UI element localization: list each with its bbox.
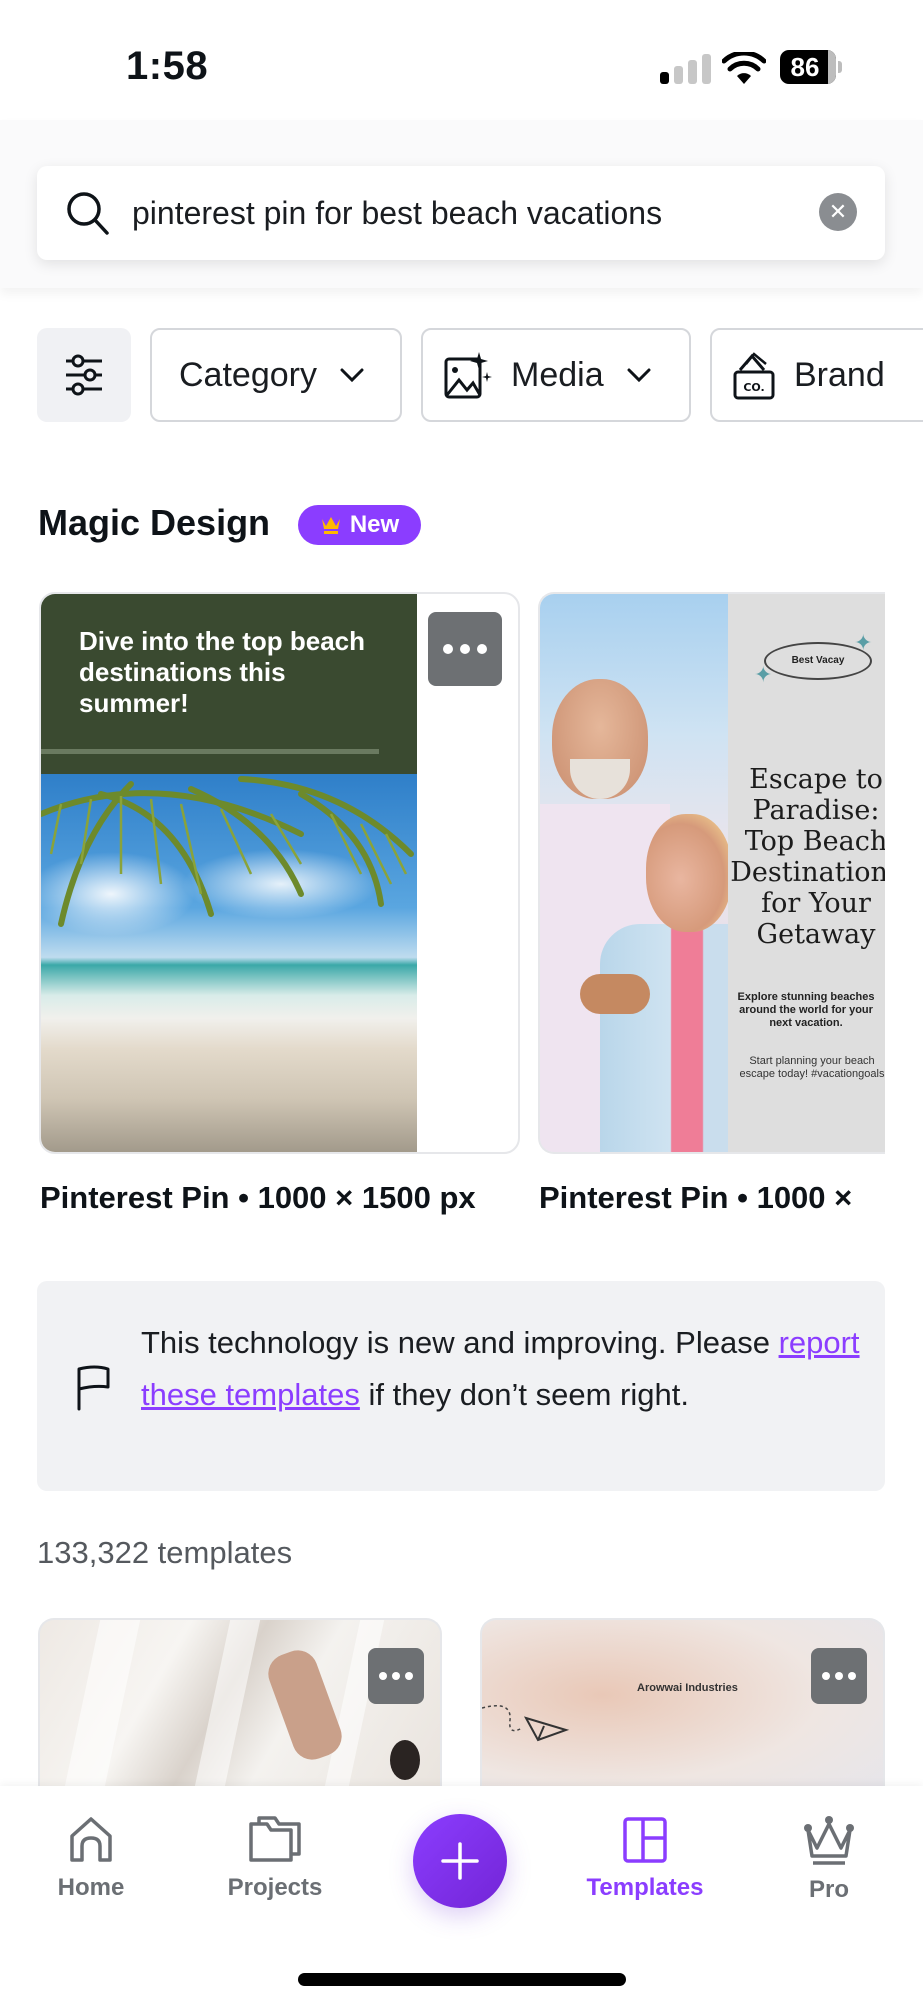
template-caption: Pinterest Pin • 1000 × 1500 px: [40, 1180, 476, 1215]
battery-level: 86: [790, 52, 820, 82]
nav-pro[interactable]: Pro: [754, 1816, 904, 1904]
template-header-block: Dive into the top beach destinations thi…: [41, 594, 417, 774]
template-caption: Pinterest Pin • 1000 ×: [539, 1180, 853, 1215]
status-time: 1:58: [126, 44, 209, 88]
template-card[interactable]: Dive into the top beach destinations thi…: [39, 592, 520, 1154]
brand-filter-label: Brand: [794, 355, 885, 394]
sliders-icon: [66, 354, 102, 396]
search-input[interactable]: pinterest pin for best beach vacations ✕: [37, 166, 885, 260]
results-count: 133,322 templates: [37, 1535, 293, 1570]
new-badge: New: [298, 505, 421, 545]
nav-projects-label: Projects: [227, 1874, 323, 1901]
brand-filter-dropdown[interactable]: CO. Brand: [710, 328, 923, 422]
home-indicator[interactable]: [298, 1973, 626, 1986]
wifi-icon: [722, 52, 766, 84]
person-image: [390, 1740, 420, 1780]
more-options-button[interactable]: [428, 612, 502, 686]
template-company-name: Arowwai Industries: [637, 1682, 738, 1694]
bottom-navigation: Home Projects Templates Pro: [0, 1786, 923, 1999]
media-filter-label: Media: [511, 355, 604, 394]
couple-photo: [540, 594, 732, 1152]
divider: [41, 749, 379, 754]
plus-icon: [441, 1842, 479, 1880]
more-options-button[interactable]: [368, 1648, 424, 1704]
nav-templates[interactable]: Templates: [570, 1816, 720, 1902]
template-card[interactable]: Best Vacay ✦ ✦ Escape to Paradise: Top B…: [538, 592, 885, 1154]
sparkle-icon: ✦: [754, 662, 773, 687]
template-subtitle: Explore stunning beaches around the worl…: [737, 991, 875, 1029]
chevron-down-icon: [339, 367, 365, 383]
template-title: Escape to Paradise: Top Beach Destinatio…: [730, 764, 885, 950]
nav-projects[interactable]: Projects: [200, 1816, 350, 1902]
template-card[interactable]: [38, 1618, 442, 1808]
search-query[interactable]: pinterest pin for best beach vacations: [132, 166, 662, 260]
feedback-notice: This technology is new and improving. Pl…: [37, 1281, 885, 1491]
svg-text:CO.: CO.: [743, 381, 764, 394]
nav-templates-label: Templates: [586, 1874, 704, 1901]
image-sparkle-icon: [443, 350, 493, 400]
category-filter-dropdown[interactable]: Category: [150, 328, 402, 422]
media-filter-dropdown[interactable]: Media: [421, 328, 691, 422]
crown-icon: [804, 1816, 854, 1865]
beach-photo: [41, 774, 417, 1152]
status-bar: 1:58 86: [0, 0, 923, 120]
hand-image: [262, 1644, 348, 1766]
search-icon: [67, 192, 109, 235]
battery-icon: 86: [780, 50, 842, 84]
create-design-button[interactable]: [413, 1814, 507, 1908]
crown-icon: [321, 517, 340, 534]
filter-toggle-button[interactable]: [37, 328, 131, 422]
clear-search-button[interactable]: ✕: [819, 193, 857, 231]
template-headline: Dive into the top beach destinations thi…: [79, 626, 366, 718]
templates-icon: [623, 1817, 667, 1863]
notice-text: This technology is new and improving. Pl…: [141, 1325, 860, 1412]
new-badge-label: New: [349, 511, 400, 538]
cellular-signal-icon: [660, 54, 712, 84]
nav-home-label: Home: [57, 1874, 125, 1901]
flag-icon: [77, 1365, 110, 1411]
close-icon: ✕: [828, 199, 848, 224]
brand-kit-icon: CO.: [732, 350, 776, 400]
home-icon: [70, 1817, 112, 1862]
paper-plane-icon: [482, 1705, 570, 1742]
palm-leaves-image: [41, 776, 414, 927]
template-text-panel: Best Vacay ✦ ✦ Escape to Paradise: Top B…: [728, 594, 885, 1152]
search-header: pinterest pin for best beach vacations ✕: [0, 120, 923, 288]
category-filter-label: Category: [179, 355, 317, 394]
section-title: Magic Design: [38, 502, 271, 543]
more-options-button[interactable]: [811, 1648, 867, 1704]
nav-home[interactable]: Home: [16, 1816, 166, 1902]
template-body: Start planning your beach escape today! …: [739, 1055, 885, 1080]
template-card[interactable]: Arowwai Industries: [480, 1618, 885, 1808]
folder-icon: [249, 1816, 301, 1862]
sparkle-icon: ✦: [854, 630, 873, 655]
filter-bar: Category Media CO. Brand: [0, 328, 923, 422]
nav-pro-label: Pro: [808, 1876, 849, 1903]
chevron-down-icon: [626, 367, 652, 383]
